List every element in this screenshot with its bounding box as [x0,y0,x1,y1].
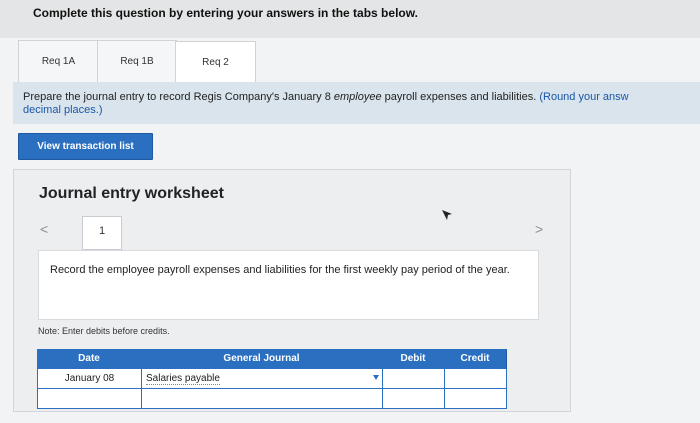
rounding-note: (Round your answ [539,91,629,103]
row1-debit-input[interactable] [382,369,445,389]
prompt-part1: Prepare the journal entry to record Regi… [23,91,334,103]
header-band: Complete this question by entering your … [0,0,700,38]
page-number-box[interactable]: 1 [82,216,122,250]
row2-date [37,389,142,409]
row2-debit-input[interactable] [382,389,445,409]
chevron-left-icon[interactable]: < [40,222,48,236]
prompt-italic: employee [333,91,382,103]
col-header-date: Date [37,349,142,369]
view-transaction-list-button[interactable]: View transaction list [18,133,153,160]
col-header-credit: Credit [444,349,507,369]
mouse-cursor-icon [442,210,452,220]
tab-req-2[interactable]: Req 2 [175,41,256,84]
instructions-heading: Complete this question by entering your … [33,6,418,20]
prompt-band: Prepare the journal entry to record Regi… [13,82,700,124]
dropdown-arrow-icon[interactable] [373,375,379,380]
row2-account-select[interactable] [141,389,383,409]
tab-req-1b[interactable]: Req 1B [97,40,177,82]
row2-credit-input[interactable] [444,389,507,409]
col-header-debit: Debit [382,349,445,369]
worksheet-title: Journal entry worksheet [39,185,224,202]
row1-date: January 08 [37,369,142,389]
prompt-part2: payroll expenses and liabilities. [381,91,540,103]
rounding-note-cont: decimal places.) [23,104,103,116]
col-header-general-journal: General Journal [141,349,383,369]
journal-table: Date General Journal Debit Credit Januar… [37,349,507,411]
row1-account-select[interactable]: Salaries payable [141,369,383,389]
entry-note: Note: Enter debits before credits. [38,326,170,336]
instruction-box: Record the employee payroll expenses and… [38,250,539,320]
row1-account-value: Salaries payable [146,373,220,385]
chevron-right-icon[interactable]: > [535,222,543,236]
journal-entry-worksheet: Journal entry worksheet < 1 > Record the… [13,169,571,412]
tab-req-1a[interactable]: Req 1A [18,40,99,82]
row1-credit-input[interactable] [444,369,507,389]
instruction-text: Record the employee payroll expenses and… [50,264,510,276]
prompt-text: Prepare the journal entry to record Regi… [23,91,700,117]
